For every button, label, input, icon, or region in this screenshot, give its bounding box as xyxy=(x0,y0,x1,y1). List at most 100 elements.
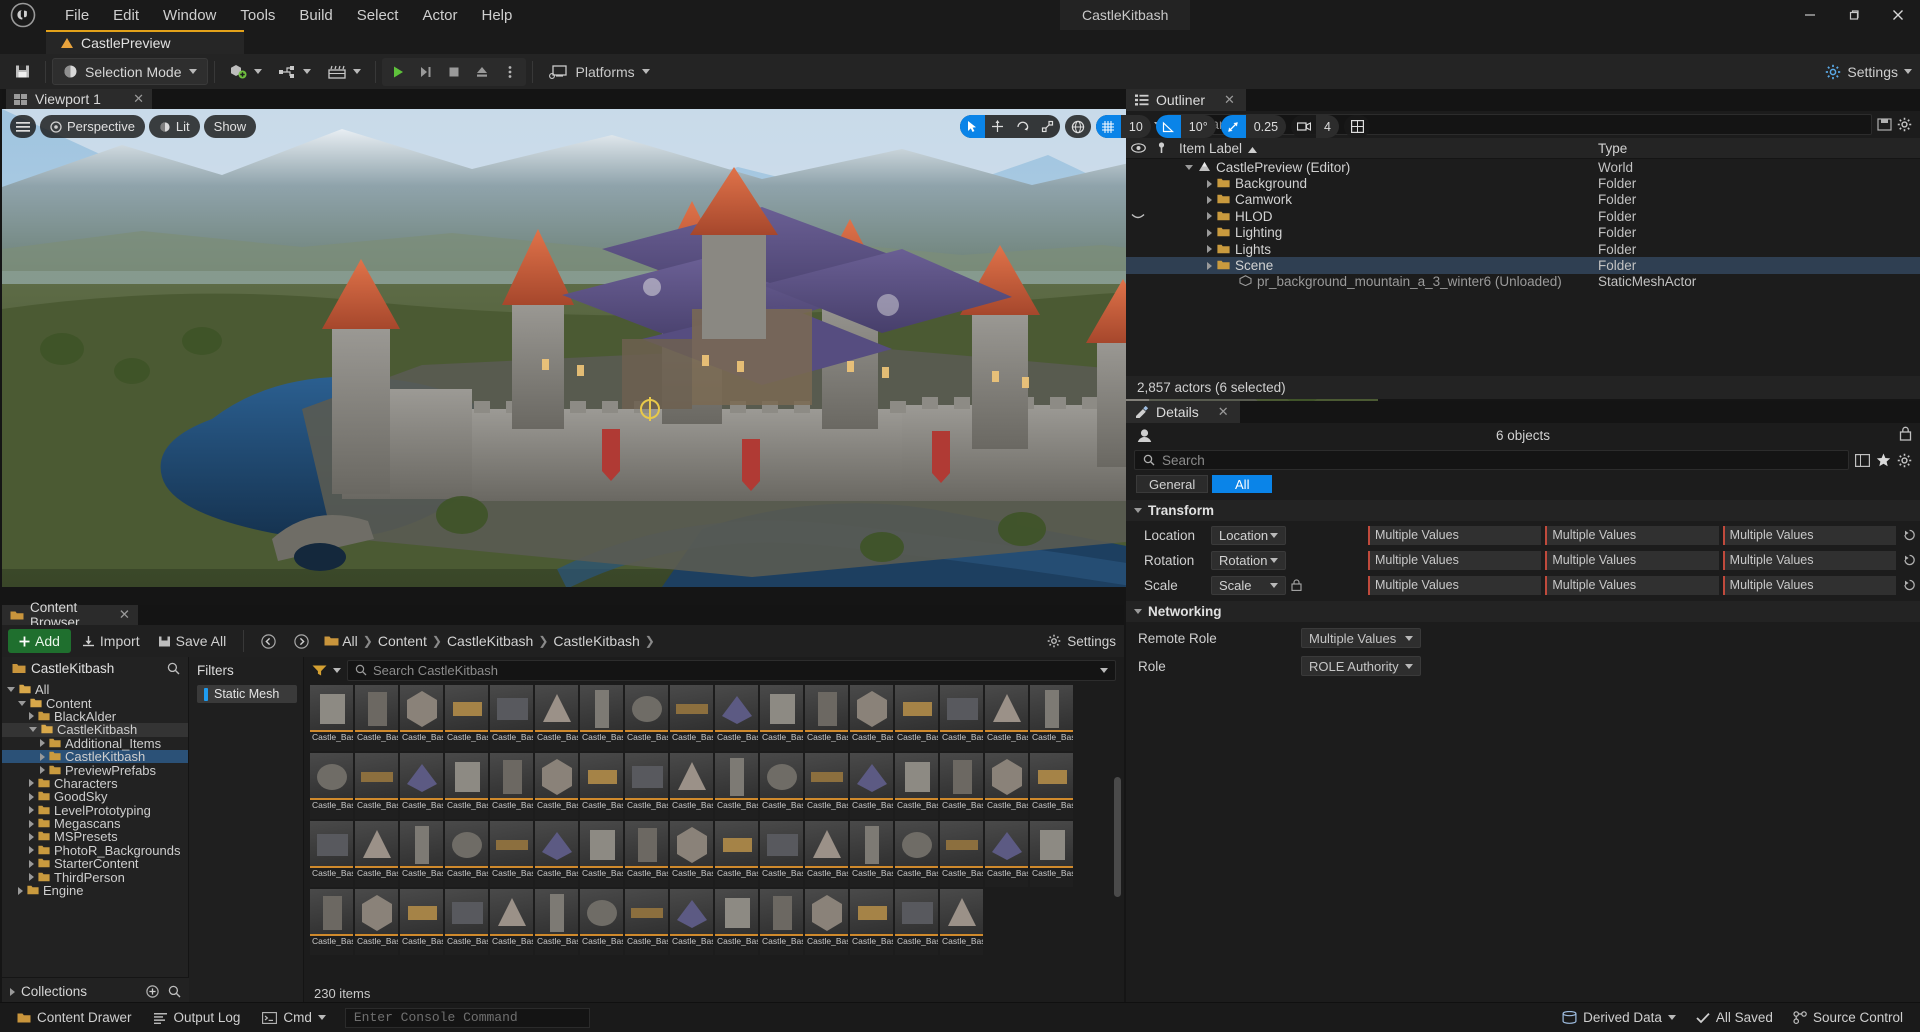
chevron-right-icon[interactable] xyxy=(29,793,34,801)
rotate-tool-button[interactable] xyxy=(1010,115,1035,138)
outliner-row[interactable]: SceneFolder xyxy=(1126,257,1920,273)
minimize-button[interactable] xyxy=(1788,0,1832,30)
tab-details[interactable]: Details ✕ xyxy=(1126,401,1240,423)
asset-tile[interactable]: Castle_Bash... xyxy=(400,685,443,751)
asset-tile[interactable]: Castle_Bash... xyxy=(445,685,488,751)
asset-tile[interactable]: Castle_Bash... xyxy=(940,821,983,887)
chevron-down-icon[interactable] xyxy=(29,727,37,732)
chevron-right-icon[interactable] xyxy=(29,860,34,868)
close-button[interactable] xyxy=(1876,0,1920,30)
platforms-dropdown[interactable]: Platforms xyxy=(539,58,660,85)
asset-tile[interactable]: Castle_Bash... xyxy=(400,889,443,955)
stop-button[interactable] xyxy=(440,59,468,85)
search-icon[interactable] xyxy=(167,662,180,675)
unreal-logo-icon[interactable] xyxy=(0,0,46,30)
asset-tile[interactable]: Castle_Bash... xyxy=(580,685,623,751)
asset-tile[interactable]: Castle_Bash... xyxy=(310,821,353,887)
grid-snap-value[interactable]: 10 xyxy=(1121,115,1151,138)
asset-tile[interactable]: Castle_Bash... xyxy=(445,821,488,887)
cinematics-dropdown[interactable] xyxy=(319,58,369,85)
asset-tile[interactable]: Castle_Bash... xyxy=(715,753,758,819)
tree-node-all[interactable]: All xyxy=(2,683,188,696)
asset-tile[interactable]: Castle_Bash... xyxy=(805,753,848,819)
asset-tile[interactable]: Castle_Bash... xyxy=(355,821,398,887)
asset-tile[interactable]: Castle_Bash... xyxy=(805,685,848,751)
breadcrumb-item-castlekitbash-1[interactable]: CastleKitbash xyxy=(447,633,533,649)
close-icon[interactable]: ✕ xyxy=(133,91,144,107)
asset-tile[interactable]: Castle_Bash... xyxy=(850,889,893,955)
angle-snap-value[interactable]: 10° xyxy=(1181,115,1216,138)
asset-tile[interactable]: Castle_Bash... xyxy=(895,889,938,955)
tree-node-blackalder[interactable]: BlackAlder xyxy=(2,710,188,723)
details-tab-general[interactable]: General xyxy=(1136,475,1208,493)
scale-lock-icon[interactable] xyxy=(1286,579,1306,591)
asset-tile[interactable]: Castle_Bash... xyxy=(535,889,578,955)
asset-tile[interactable]: Castle_Bash... xyxy=(355,889,398,955)
asset-tile[interactable]: Castle_Bash... xyxy=(805,821,848,887)
play-options-button[interactable] xyxy=(496,59,524,85)
asset-tile[interactable]: Castle_Bash... xyxy=(400,821,443,887)
visibility-column-icon[interactable] xyxy=(1126,143,1150,153)
add-button[interactable]: Add xyxy=(8,629,71,653)
details-section-transform[interactable]: Transform xyxy=(1126,500,1920,521)
import-button[interactable]: Import xyxy=(75,629,147,653)
asset-tile[interactable]: Castle_Bash... xyxy=(670,821,713,887)
tab-outliner[interactable]: Outliner ✕ xyxy=(1126,89,1246,111)
asset-tile[interactable]: Castle_Bash... xyxy=(760,821,803,887)
forward-button[interactable] xyxy=(287,629,316,653)
outliner-row[interactable]: HLODFolder xyxy=(1126,208,1920,224)
back-button[interactable] xyxy=(254,629,283,653)
transform-value-field[interactable]: Multiple Values xyxy=(1723,551,1896,570)
asset-tile[interactable]: Castle_Bash... xyxy=(490,821,533,887)
asset-tile[interactable]: Castle_Bash... xyxy=(715,889,758,955)
asset-tile[interactable]: Castle_Bash... xyxy=(760,889,803,955)
chevron-right-icon[interactable] xyxy=(29,820,34,828)
project-tab-castlepreview[interactable]: CastlePreview xyxy=(46,30,244,54)
breadcrumb-item-all[interactable]: All xyxy=(342,633,358,649)
grid-snap-toggle[interactable] xyxy=(1096,115,1121,138)
asset-tile[interactable]: Castle_Bash... xyxy=(625,821,668,887)
scale-tool-button[interactable] xyxy=(1035,115,1060,138)
viewport-viewmode-dropdown[interactable]: Lit xyxy=(149,115,200,138)
chevron-right-icon[interactable] xyxy=(29,846,34,854)
menu-file[interactable]: File xyxy=(54,3,100,28)
asset-tile[interactable]: Castle_Bash... xyxy=(535,685,578,751)
save-all-button[interactable]: Save All xyxy=(151,629,234,653)
column-header-item-label[interactable]: Item Label xyxy=(1173,141,1598,156)
asset-tile[interactable]: Castle_Bash... xyxy=(1030,821,1073,887)
asset-tile[interactable]: Castle_Bash... xyxy=(535,821,578,887)
outliner-row[interactable]: LightsFolder xyxy=(1126,241,1920,257)
blueprints-dropdown[interactable] xyxy=(270,58,319,85)
asset-tile[interactable]: Castle_Bash... xyxy=(760,685,803,751)
asset-tile[interactable]: Castle_Bash... xyxy=(490,753,533,819)
outliner-row[interactable]: CamworkFolder xyxy=(1126,192,1920,208)
search-icon[interactable] xyxy=(168,985,181,998)
selection-mode-dropdown[interactable]: Selection Mode xyxy=(52,58,208,85)
asset-tile[interactable]: Castle_Bash... xyxy=(580,753,623,819)
tree-node-thirdperson[interactable]: ThirdPerson xyxy=(2,870,188,883)
menu-actor[interactable]: Actor xyxy=(411,3,468,28)
transform-value-field[interactable]: Multiple Values xyxy=(1723,526,1896,545)
menu-tools[interactable]: Tools xyxy=(229,3,286,28)
derived-data-button[interactable]: Derived Data xyxy=(1553,1006,1685,1030)
revert-icon[interactable] xyxy=(1898,529,1920,541)
details-section-networking[interactable]: Networking xyxy=(1126,601,1920,622)
tab-content-browser[interactable]: Content Browser ✕ xyxy=(2,605,138,625)
skip-button[interactable] xyxy=(412,59,440,85)
chevron-right-icon[interactable] xyxy=(29,712,34,720)
chevron-right-icon[interactable] xyxy=(29,833,34,841)
asset-tile[interactable]: Castle_Bash... xyxy=(625,753,668,819)
transform-value-field[interactable]: Multiple Values xyxy=(1545,526,1718,545)
tab-viewport-1[interactable]: Viewport 1 ✕ xyxy=(6,89,152,109)
revert-icon[interactable] xyxy=(1898,554,1920,566)
chevron-down-icon[interactable] xyxy=(1100,668,1108,673)
collections-section[interactable]: Collections xyxy=(2,977,189,1005)
asset-tile[interactable]: Castle_Bash... xyxy=(805,889,848,955)
transform-value-field[interactable]: Multiple Values xyxy=(1368,526,1541,545)
menu-select[interactable]: Select xyxy=(346,3,410,28)
networking-value-dropdown[interactable]: ROLE Authority xyxy=(1301,656,1421,676)
asset-tile[interactable]: Castle_Bash... xyxy=(985,821,1028,887)
translate-tool-button[interactable] xyxy=(985,115,1010,138)
outliner-row[interactable]: pr_background_mountain_a_3_winter6 (Unlo… xyxy=(1126,274,1920,290)
transform-mode-dropdown[interactable]: Rotation xyxy=(1211,551,1286,570)
